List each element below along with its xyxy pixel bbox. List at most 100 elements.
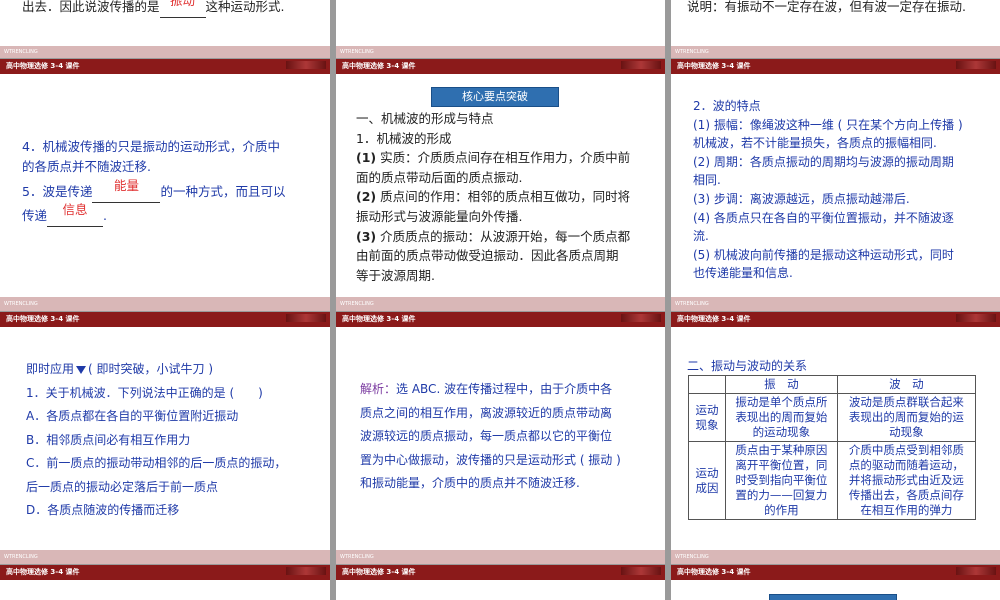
- analysis-label: 解析：: [360, 382, 397, 396]
- slide-r3-middle[interactable]: 高中物理选修 3-4 课件 解析：选 ABC. 波在传播过程中，由于介质中各 质…: [336, 312, 665, 550]
- footer-strip-mid-2: WTRENCLING: [336, 297, 665, 311]
- table-cell-line: 运动: [695, 465, 719, 480]
- quiz-question: 1．关于机械波．下列说法中正确的是 ( ): [26, 385, 263, 400]
- slide-r2-left[interactable]: 高中物理选修 3-4 课件 4．机械波传播的只是振动的运动形式，介质中 的各质点…: [0, 59, 330, 297]
- item5: 5．波是传递 能量 的一种方式，而且可以 传递 信息.: [22, 178, 322, 227]
- wave-feature-line: (2) 周期：各质点振动的周期均与波源的振动周期: [693, 154, 954, 169]
- slide-header: 高中物理选修 3-4 课件: [671, 59, 1000, 74]
- quiz-option-c-cont: 后一质点的振动必定落后于前一质点: [26, 479, 219, 494]
- p3-label: (3): [356, 228, 377, 244]
- table-header-cell: 波 动: [836, 375, 977, 394]
- quiz-option-c[interactable]: C．前一质点的振动带动相邻的后一质点的振动，: [26, 452, 326, 476]
- strip-label: WTRENCLING: [4, 301, 38, 307]
- header-label: 高中物理选修 3-4 课件: [342, 315, 416, 323]
- table-cell-line: 动现象: [889, 425, 924, 439]
- table-cell: 波动是质点群联合起来 表现出的周而复始的运 动现象: [836, 393, 977, 442]
- strip-label: WTRENCLING: [675, 301, 709, 307]
- mid-content: 一、机械波的形成与特点 1．机械波的形成 (1) 实质：介质质点间存在相互作用力…: [356, 109, 661, 285]
- quiz-intro: 即时应用 ( 即时突破，小试牛刀 ): [26, 358, 326, 382]
- table-cell-line: 介质中质点受到相邻质: [848, 443, 964, 457]
- slide-header: 高中物理选修 3-4 课件: [336, 565, 665, 580]
- table-cell: 质点由于某种原因 离开平衡位置，同 时受到指向平衡位 置的力——回复力 的作用: [725, 441, 838, 520]
- arrow-down-icon: [76, 365, 87, 374]
- header-label: 高中物理选修 3-4 课件: [677, 568, 751, 576]
- table-cell-line: 在相互作用的弹力: [860, 503, 953, 517]
- p1-label: (1): [356, 150, 377, 166]
- table-row-header: 运动 现象: [688, 393, 726, 442]
- header-logo-icon: [956, 314, 996, 322]
- p2-line2: 振动形式与波源能量向外传播.: [356, 208, 523, 224]
- item5-blank2: 信息: [47, 202, 104, 227]
- header-logo-icon: [956, 567, 996, 575]
- table-row: 振 动 波 动: [688, 375, 977, 394]
- strip-label: WTRENCLING: [340, 554, 374, 560]
- slide-header: 高中物理选修 3-4 课件: [0, 59, 330, 74]
- relation-table: 振 动 波 动 运动 现象 振动是单个质点所 表现出的周而复始 的运动现象 波动是质点…: [688, 375, 977, 520]
- table-cell-line: 运动: [695, 402, 719, 417]
- table-cell-line: 传播出去，各质点间存: [848, 488, 964, 502]
- analysis-line: 选 ABC. 波在传播过程中，由于介质中各: [396, 382, 613, 396]
- table-cell-line: 离开平衡位置，同: [735, 458, 828, 472]
- item5-after: .: [103, 208, 107, 223]
- header-logo-icon: [621, 314, 661, 322]
- table-cell-line: 质点由于某种原因: [735, 443, 828, 457]
- analysis-line: 置为中心做振动，波传播的只是运动形式 ( 振动 ): [360, 452, 621, 467]
- quiz-option-b[interactable]: B．相邻质点间必有相互作用力: [26, 429, 326, 453]
- header-label: 高中物理选修 3-4 课件: [677, 315, 751, 323]
- header-logo-icon: [621, 567, 661, 575]
- table-header-cell: 振 动: [725, 375, 838, 394]
- slide-r4-right[interactable]: 高中物理选修 3-4 课件: [671, 565, 1000, 600]
- right-content: 2．波的特点 (1) 振幅：像绳波这种一维 ( 只在某个方向上传播 ) 机械波，…: [693, 97, 993, 283]
- slide-top-right[interactable]: 说明：有振动不一定存在波，但有波一定存在振动.: [671, 0, 1000, 46]
- p2-text1: 质点间的作用：相邻的质点相互做功，同时将: [380, 189, 631, 205]
- p1-line2: 面的质点带动后面的质点振动.: [356, 169, 523, 185]
- slide-top-left[interactable]: 出去．因此说波传播的是 振动 这种运动形式.: [0, 0, 330, 46]
- item5-blank1-answer: 能量: [113, 178, 139, 193]
- slide-r4-left[interactable]: 高中物理选修 3-4 课件: [0, 565, 330, 600]
- strip-label: WTRENCLING: [340, 301, 374, 307]
- slide-r2-right[interactable]: 高中物理选修 3-4 课件 2．波的特点 (1) 振幅：像绳波这种一维 ( 只在…: [671, 59, 1000, 297]
- quiz-option-d[interactable]: D．各质点随波的传播而迁移: [26, 499, 326, 523]
- slide-top-middle[interactable]: [336, 0, 665, 46]
- header-label: 高中物理选修 3-4 课件: [6, 62, 80, 70]
- footer-strip-mid-1: WTRENCLING: [336, 46, 665, 58]
- item4-line2: 的各质点并不随波迁移.: [22, 159, 151, 174]
- top-left-blank: 振动: [159, 0, 206, 18]
- table-cell-line: 振动是单个质点所: [735, 395, 828, 409]
- slide-r4-middle[interactable]: 高中物理选修 3-4 课件: [336, 565, 665, 600]
- slide-r3-left[interactable]: 高中物理选修 3-4 课件 即时应用 ( 即时突破，小试牛刀 ) 1．关于机械波．…: [0, 312, 330, 550]
- header-logo-icon: [621, 61, 661, 69]
- footer-strip-right-1: WTRENCLING: [671, 46, 1000, 58]
- footer-strip-left-1: WTRENCLING: [0, 46, 330, 58]
- top-left-text: 出去．因此说波传播的是 振动 这种运动形式.: [22, 0, 285, 18]
- table-cell-line: 现象: [695, 417, 719, 432]
- header-logo-icon: [286, 61, 326, 69]
- analysis-line: 波源较远的质点振动，每一质点都以它的平衡位: [360, 429, 613, 443]
- strip-label: WTRENCLING: [340, 49, 374, 55]
- strip-label: WTRENCLING: [4, 49, 38, 55]
- slide-r2-middle[interactable]: 高中物理选修 3-4 课件 核心要点突破 一、机械波的形成与特点 1．机械波的形…: [336, 59, 665, 297]
- wave-feature-line: (4) 各质点只在各自的平衡位置振动，并不随波逐: [693, 210, 954, 225]
- section-title-box: 核心要点突破: [431, 87, 559, 107]
- footer-strip-mid-3: WTRENCLING: [336, 550, 665, 564]
- slide-r3-right[interactable]: 高中物理选修 3-4 课件 二、振动与波动的关系 振 动 波 动 运动 现象 振动…: [671, 312, 1000, 550]
- table-cell-line: 表现出的周而复始的运: [848, 410, 964, 424]
- quiz-option-a[interactable]: A．各质点都在各自的平衡位置附近振动: [26, 405, 326, 429]
- slide-header: 高中物理选修 3-4 课件: [336, 312, 665, 327]
- table-cell-line: 的运动现象: [752, 425, 811, 439]
- wave-feature-line: (1) 振幅：像绳波这种一维 ( 只在某个方向上传播 ): [693, 117, 963, 132]
- quiz-intro-label: 即时应用: [26, 362, 75, 376]
- top-left-before: 出去．因此说波传播的是: [22, 0, 160, 14]
- relation-heading: 二、振动与波动的关系: [687, 359, 808, 373]
- table-cell: 振动是单个质点所 表现出的周而复始 的运动现象: [725, 393, 838, 442]
- top-right-text: 说明：有振动不一定存在波，但有波一定存在振动.: [687, 0, 966, 14]
- p2-label: (2): [356, 189, 377, 205]
- item4-line1: 4．机械波传播的只是振动的运动形式，介质中: [22, 139, 280, 154]
- footer-strip-right-3: WTRENCLING: [671, 550, 1000, 564]
- p1-text1: 实质：介质质点间存在相互作用力，介质中前: [380, 150, 631, 166]
- header-label: 高中物理选修 3-4 课件: [6, 568, 80, 576]
- slide-header: 高中物理选修 3-4 课件: [336, 59, 665, 74]
- header-label: 高中物理选修 3-4 课件: [677, 62, 751, 70]
- p3-line3: 等于波源周期.: [356, 267, 435, 283]
- table-cell-line: 的作用: [764, 503, 799, 517]
